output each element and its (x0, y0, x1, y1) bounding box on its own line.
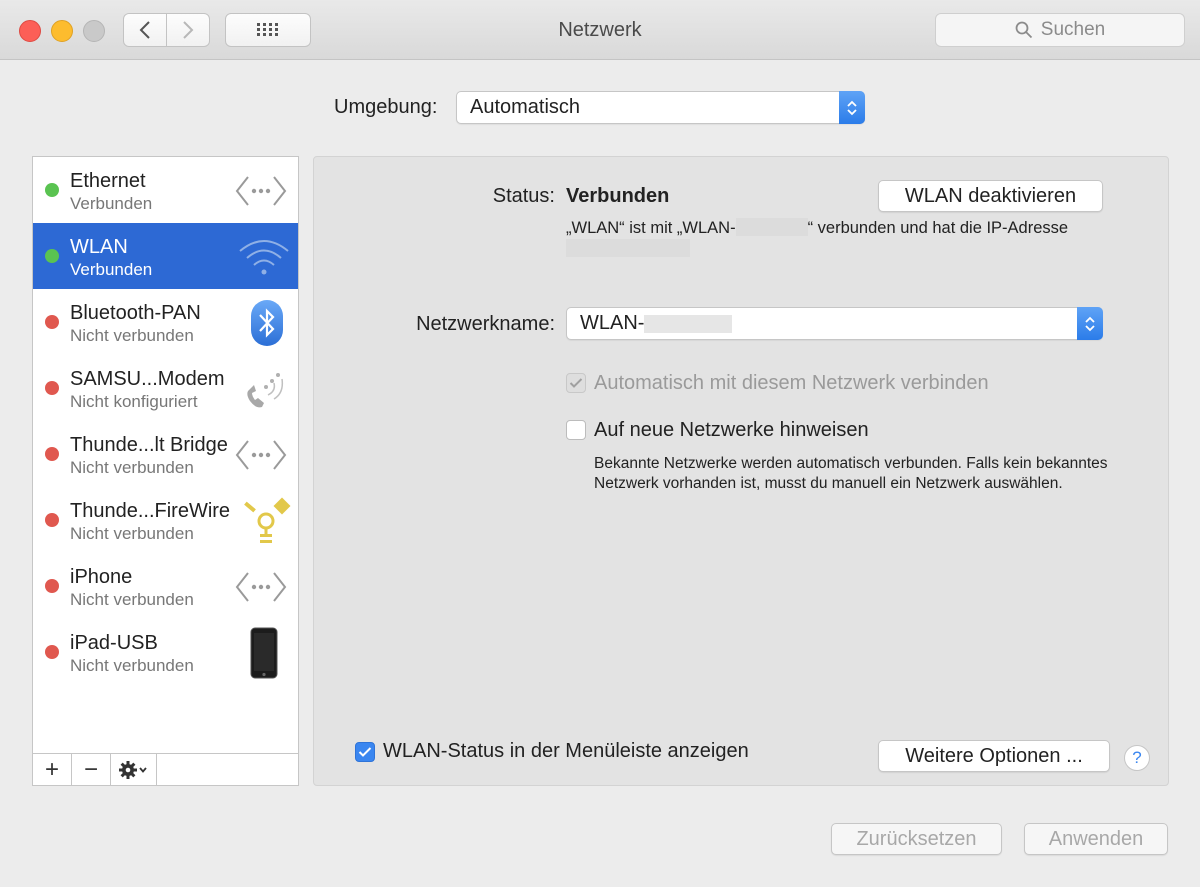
auto-join-checkbox[interactable] (566, 373, 586, 393)
ask-new-networks-hint: Bekannte Netzwerke werden automatisch ve… (594, 455, 1108, 492)
service-name: iPhone (70, 566, 133, 588)
service-list: Ethernet Verbunden WLAN Verbunden Blueto… (32, 156, 299, 786)
status-dot (45, 249, 59, 263)
service-status: Nicht verbunden (70, 326, 194, 345)
service-name: WLAN (70, 236, 128, 258)
auto-join-label: Automatisch mit diesem Netzwerk verbinde… (594, 372, 989, 394)
ethernet-icon (233, 167, 289, 215)
service-item-thunderbolt-bridge[interactable]: Thunde...lt Bridge Nicht verbunden (33, 421, 298, 487)
status-label: Status: (492, 185, 555, 207)
status-description-part2: “ verbunden und hat die IP-Adresse (807, 219, 1069, 237)
advanced-options-button[interactable]: Weitere Optionen ... (878, 740, 1110, 772)
service-item-iphone[interactable]: iPhone Nicht verbunden (33, 553, 298, 619)
checkmark-icon (569, 378, 583, 388)
ask-new-networks-label: Auf neue Netzwerke hinweisen (594, 419, 869, 441)
status-dot (45, 183, 59, 197)
popup-stepper-icon (1077, 307, 1103, 340)
redacted-ip-address (566, 239, 690, 257)
service-status: Verbunden (70, 194, 153, 213)
action-menu-button[interactable] (111, 754, 157, 785)
status-dot (45, 579, 59, 593)
ethernet-icon (233, 431, 289, 479)
status-dot (45, 447, 59, 461)
ipad-icon (236, 627, 292, 679)
checkmark-icon (358, 747, 372, 757)
search-icon (1015, 21, 1032, 39)
service-item-samsung-modem[interactable]: SAMSU...Modem Nicht konfiguriert (33, 355, 298, 421)
status-dot (45, 513, 59, 527)
ethernet-icon (233, 563, 289, 611)
bluetooth-icon (239, 299, 295, 347)
firewire-icon (238, 497, 294, 545)
status-dot (45, 645, 59, 659)
network-name-value: WLAN- (580, 312, 645, 334)
status-value: Verbunden (566, 185, 670, 207)
service-item-thunderbolt-firewire[interactable]: Thunde...FireWire Nicht verbunden (33, 487, 298, 553)
service-status: Nicht verbunden (70, 656, 194, 675)
service-item-wlan[interactable]: WLAN Verbunden (33, 223, 298, 289)
modem-phone-icon (238, 365, 294, 413)
apply-button[interactable]: Anwenden (1024, 823, 1168, 855)
status-description: „WLAN“ ist mit „WLAN- “ verbunden und hat… (566, 218, 1086, 260)
help-button[interactable]: ? (1124, 745, 1150, 771)
remove-label: − (83, 755, 98, 783)
status-dot (45, 381, 59, 395)
service-list-toolbar: + − (33, 753, 298, 785)
title-bar: Netzwerk Suchen (0, 0, 1200, 60)
search-field[interactable]: Suchen (935, 13, 1185, 47)
show-wlan-status-checkbox[interactable] (355, 742, 375, 762)
status-description-part1: „WLAN“ ist mit „WLAN- (566, 219, 736, 237)
location-popup[interactable]: Automatisch (456, 91, 865, 124)
location-label: Umgebung: (334, 96, 438, 118)
service-item-ipad-usb[interactable]: iPad-USB Nicht verbunden (33, 619, 298, 685)
add-service-button[interactable]: + (33, 754, 72, 785)
revert-button[interactable]: Zurücksetzen (831, 823, 1002, 855)
service-status: Verbunden (70, 260, 153, 279)
service-name: Bluetooth-PAN (70, 302, 201, 324)
service-status: Nicht verbunden (70, 458, 194, 477)
service-name: Thunde...FireWire (70, 500, 231, 522)
network-name-label: Netzwerkname: (416, 313, 555, 335)
popup-stepper-icon (839, 91, 865, 124)
show-wlan-status-label: WLAN-Status in der Menüleiste anzeigen (383, 740, 749, 762)
service-status: Nicht konfiguriert (70, 392, 198, 411)
location-value: Automatisch (470, 96, 581, 118)
service-name: Ethernet (70, 170, 146, 192)
service-name: Thunde...lt Bridge (70, 434, 228, 456)
ask-new-networks-checkbox[interactable] (566, 420, 586, 440)
redacted-network-name (644, 314, 733, 333)
wifi-icon (236, 233, 292, 281)
service-name: iPad-USB (70, 632, 158, 654)
search-placeholder: Suchen (1040, 19, 1106, 40)
service-item-bluetooth-pan[interactable]: Bluetooth-PAN Nicht verbunden (33, 289, 298, 355)
redacted-ssid (735, 218, 808, 236)
service-name: SAMSU...Modem (70, 368, 225, 390)
gear-icon (118, 760, 147, 779)
service-status: Nicht verbunden (70, 590, 194, 609)
status-dot (45, 315, 59, 329)
network-name-popup[interactable]: WLAN- (566, 307, 1103, 340)
remove-service-button[interactable]: − (72, 754, 111, 785)
wlan-toggle-button[interactable]: WLAN deaktivieren (878, 180, 1103, 212)
add-label: + (44, 755, 59, 783)
service-item-ethernet[interactable]: Ethernet Verbunden (33, 157, 298, 223)
service-status: Nicht verbunden (70, 524, 194, 543)
